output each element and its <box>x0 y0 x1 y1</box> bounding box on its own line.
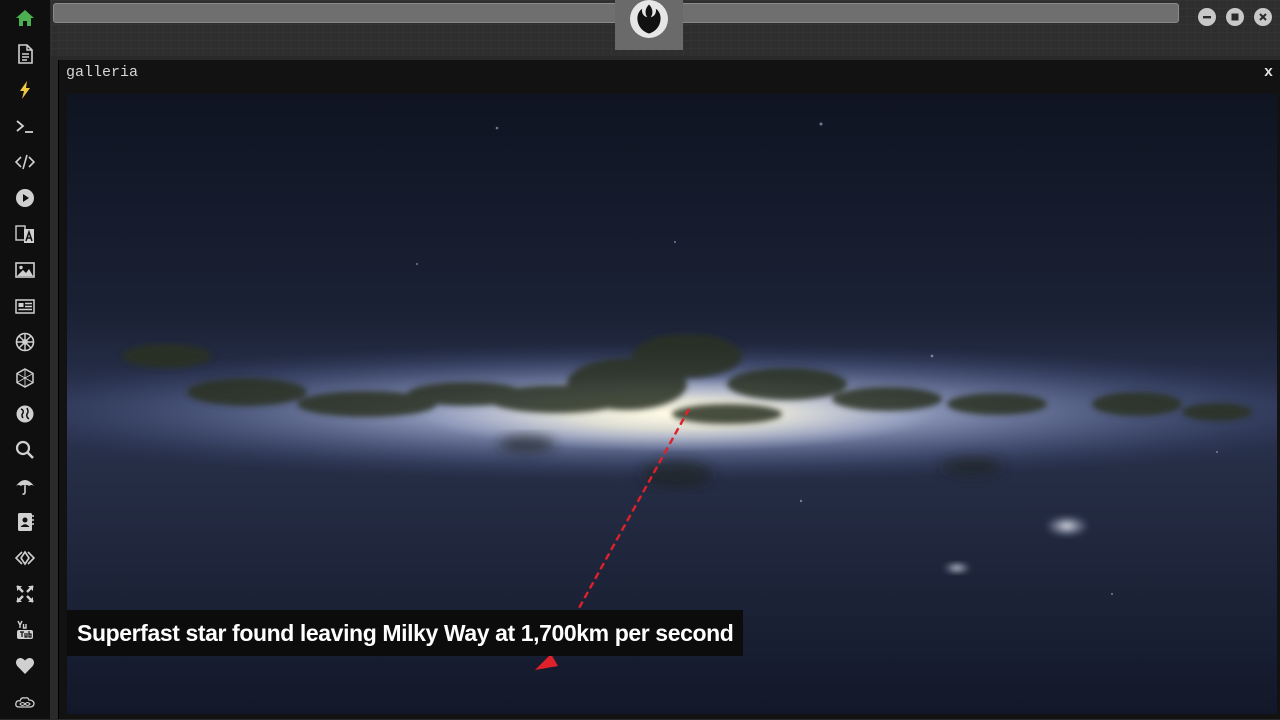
code-icon <box>15 154 35 170</box>
sidebar-item-hexagon[interactable] <box>0 360 50 396</box>
globe-icon <box>16 405 34 423</box>
youtube-icon <box>17 620 33 639</box>
galactic-empire-icon <box>15 332 35 352</box>
sidebar-item-heart[interactable] <box>0 648 50 684</box>
newspaper-icon <box>15 299 35 314</box>
top-toolbar <box>51 0 1280 56</box>
sidebar-item-contacts[interactable] <box>0 504 50 540</box>
close-icon <box>1259 13 1267 21</box>
app-sidebar <box>0 0 51 719</box>
search-icon <box>15 440 34 459</box>
sidebar-item-search[interactable] <box>0 432 50 468</box>
contact-book-icon <box>18 513 34 531</box>
sidebar-item-cloud[interactable] <box>0 684 50 720</box>
home-icon <box>16 10 34 26</box>
image-viewer[interactable]: Superfast star found leaving Milky Way a… <box>67 94 1277 714</box>
hexagon-icon <box>16 368 34 388</box>
panel-close-button[interactable]: x <box>1264 64 1273 81</box>
document-icon <box>18 44 33 64</box>
logo-tab[interactable] <box>615 0 683 50</box>
translate-icon <box>15 225 34 243</box>
sidebar-item-code[interactable] <box>0 144 50 180</box>
lightning-icon <box>20 81 30 99</box>
sidebar-item-terminal[interactable] <box>0 108 50 144</box>
play-icon <box>16 189 34 207</box>
terminal-icon <box>16 120 33 133</box>
close-window-button[interactable] <box>1254 8 1272 26</box>
code-fork-icon <box>15 550 35 566</box>
umbrella-icon <box>16 480 34 495</box>
sidebar-item-home[interactable] <box>0 0 50 36</box>
maximize-icon <box>1231 13 1239 21</box>
sidebar-item-umbrella[interactable] <box>0 468 50 504</box>
infinity-cloud-icon <box>15 697 35 708</box>
minimize-button[interactable] <box>1198 8 1216 26</box>
panel-title: galleria <box>66 64 139 81</box>
sidebar-item-play[interactable] <box>0 180 50 216</box>
sidebar-item-expand[interactable] <box>0 576 50 612</box>
heart-icon <box>15 658 35 674</box>
maximize-button[interactable] <box>1226 8 1244 26</box>
galleria-panel: galleria x Superfast star found leaving … <box>58 60 1280 719</box>
sidebar-item-fork[interactable] <box>0 540 50 576</box>
sidebar-item-globe[interactable] <box>0 396 50 432</box>
rebel-alliance-icon <box>630 0 668 38</box>
image-caption: Superfast star found leaving Milky Way a… <box>67 610 744 656</box>
minimize-icon <box>1203 16 1211 19</box>
sidebar-item-image[interactable] <box>0 252 50 288</box>
sidebar-item-lightning[interactable] <box>0 72 50 108</box>
sidebar-item-newspaper[interactable] <box>0 288 50 324</box>
sidebar-item-empire[interactable] <box>0 324 50 360</box>
expand-icon <box>16 585 34 603</box>
panel-header: galleria x <box>59 60 1280 92</box>
sidebar-item-youtube[interactable] <box>0 612 50 648</box>
sidebar-item-translate[interactable] <box>0 216 50 252</box>
image-icon <box>15 262 35 278</box>
sidebar-item-document[interactable] <box>0 36 50 72</box>
